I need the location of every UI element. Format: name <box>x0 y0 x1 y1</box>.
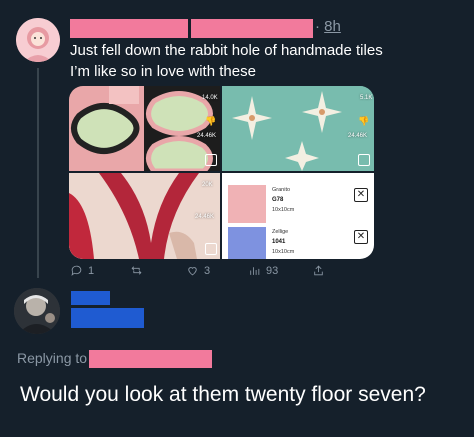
tile-counter: 5.1K <box>360 95 373 101</box>
tile-counter: 20K <box>202 182 213 188</box>
avatar[interactable] <box>16 18 60 62</box>
reply-icon <box>71 265 82 276</box>
avatar[interactable] <box>14 288 60 334</box>
tweet-timestamp[interactable]: · 8h <box>315 18 341 35</box>
view-count: 93 <box>266 264 279 277</box>
thread-line <box>37 68 39 278</box>
menu-icon[interactable] <box>205 154 217 166</box>
media-grid[interactable]: 14.0K 👎 24.46K 5.1K 👎 24.46K 20K 24.46K <box>69 86 374 259</box>
tweet-text: Just fell down the rabbit hole of handma… <box>70 40 383 82</box>
redacted-display-name[interactable] <box>71 291 110 305</box>
product-brand: Granito <box>272 187 291 193</box>
redacted-handle[interactable] <box>191 19 313 38</box>
heart-icon <box>188 267 197 276</box>
like-count: 3 <box>204 264 211 277</box>
thumbs-down-icon[interactable]: 👎 <box>205 116 216 127</box>
retweet-button[interactable] <box>130 264 148 277</box>
product-brand: Zellige <box>272 229 289 235</box>
reply-text: Would you look at them twenty floor seve… <box>20 383 426 406</box>
share-icon <box>314 265 323 276</box>
product-code: G78 <box>272 197 284 203</box>
close-icon[interactable]: ✕ <box>354 230 368 244</box>
product-size: 10x10cm <box>272 249 295 255</box>
like-button[interactable]: 3 <box>186 264 210 277</box>
tile-counter: 24.46K <box>197 133 217 139</box>
menu-icon[interactable] <box>358 154 370 166</box>
redacted-mention[interactable] <box>89 350 212 368</box>
product-size: 10x10cm <box>272 207 295 213</box>
views-button[interactable]: 93 <box>248 264 278 277</box>
reply-count: 1 <box>88 264 95 277</box>
redacted-handle[interactable] <box>71 308 144 328</box>
tweet-text-line: Just fell down the rabbit hole of handma… <box>70 42 383 59</box>
reply-button[interactable]: 1 <box>70 264 94 277</box>
tweet-text-line: I’m like so in love with these <box>70 63 256 80</box>
product-listing[interactable]: Zellige 1041 10x10cm <box>228 227 368 259</box>
tile-counter: 24.46K <box>195 214 215 220</box>
analytics-icon <box>250 267 260 275</box>
tile-image-2[interactable]: 5.1K 👎 24.46K <box>222 86 374 171</box>
product-listing[interactable]: Granito G78 10x10cm <box>228 185 368 223</box>
menu-icon[interactable] <box>205 243 217 255</box>
product-code: 1041 <box>272 239 286 245</box>
close-icon[interactable]: ✕ <box>354 188 368 202</box>
product-listings[interactable]: Granito G78 10x10cm ✕ Zellige 1041 10x10… <box>222 173 374 259</box>
redacted-display-name[interactable] <box>70 19 188 38</box>
product-swatch <box>228 185 266 223</box>
share-button[interactable] <box>312 264 325 277</box>
tile-counter: 24.46K <box>348 133 368 139</box>
retweet-icon <box>131 266 142 275</box>
product-swatch <box>228 227 266 259</box>
replying-to-label: Replying to <box>17 350 88 366</box>
tile-image-1[interactable]: 14.0K 👎 24.46K <box>69 86 220 171</box>
thumbs-down-icon[interactable]: 👎 <box>358 116 369 127</box>
tile-image-3[interactable]: 20K 24.46K <box>69 173 220 259</box>
tile-counter: 14.0K <box>202 95 218 101</box>
